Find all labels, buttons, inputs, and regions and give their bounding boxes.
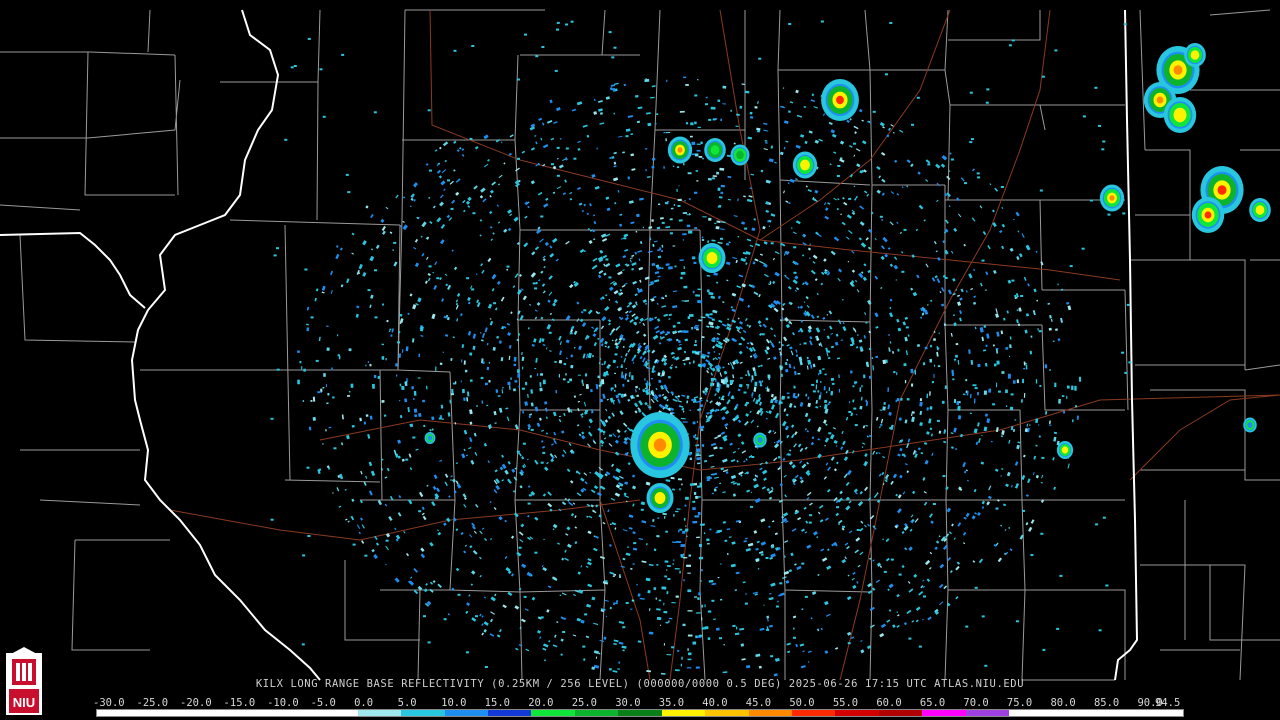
scale-color-segment bbox=[314, 710, 358, 716]
highway-lines bbox=[169, 9, 1280, 681]
scale-color-segment bbox=[357, 710, 402, 716]
scale-color-segment bbox=[487, 710, 532, 716]
scale-color-segment bbox=[878, 710, 923, 716]
scale-tick-label: -25.0 bbox=[136, 697, 169, 709]
radar-map bbox=[0, 9, 1280, 681]
scale-color-segment bbox=[661, 710, 706, 716]
reflectivity-color-scale bbox=[96, 709, 1184, 717]
scale-tick-label: 80.0 bbox=[1050, 697, 1076, 709]
scale-color-segment bbox=[444, 710, 488, 716]
scale-tick-label: 0.0 bbox=[354, 697, 374, 709]
scale-color-segment bbox=[183, 710, 228, 716]
scale-color-segment bbox=[227, 710, 271, 716]
scale-color-segment bbox=[574, 710, 619, 716]
scale-color-segment bbox=[401, 710, 445, 716]
scale-tick-label: 94.5 bbox=[1155, 697, 1181, 709]
scale-tick-label: 5.0 bbox=[397, 697, 417, 709]
scale-color-segment bbox=[531, 710, 575, 716]
scale-tick-label: 70.0 bbox=[963, 697, 989, 709]
reflectivity-scale-labels: -30.0 -25.0 -20.0 -15.0 -10.0 -5.0 0.0 5.0 10.0 1… bbox=[93, 697, 1195, 709]
scale-tick-label: 85.0 bbox=[1093, 697, 1120, 709]
scale-color-segment bbox=[792, 710, 836, 716]
scale-tick-label: 50.0 bbox=[789, 697, 815, 709]
scale-tick-label: 45.0 bbox=[745, 697, 772, 709]
scale-color-segment bbox=[270, 710, 315, 716]
scale-tick-label: -5.0 bbox=[310, 697, 336, 709]
scale-color-segment bbox=[1052, 710, 1097, 716]
scale-color-segment bbox=[140, 710, 184, 716]
scale-color-segment bbox=[1139, 710, 1183, 716]
product-caption: KILX LONG RANGE BASE REFLECTIVITY (0.25K… bbox=[255, 678, 1025, 690]
state-boundaries bbox=[0, 9, 1139, 681]
scale-tick-label: 55.0 bbox=[832, 697, 859, 709]
scale-tick-label: 65.0 bbox=[919, 697, 946, 709]
logo-text: NIU bbox=[13, 695, 35, 710]
scale-color-segment bbox=[1009, 710, 1053, 716]
scale-tick-label: -30.0 bbox=[93, 697, 125, 709]
scale-tick-label: -20.0 bbox=[180, 697, 212, 709]
scale-tick-label: 75.0 bbox=[1006, 697, 1033, 709]
scale-color-segment bbox=[965, 710, 1010, 716]
scale-color-segment bbox=[835, 710, 879, 716]
scale-tick-label: 30.0 bbox=[615, 697, 641, 709]
niu-logo: NIU bbox=[6, 647, 42, 715]
scale-color-segment bbox=[922, 710, 966, 716]
scale-color-segment bbox=[705, 710, 749, 716]
scale-tick-label: 10.0 bbox=[441, 697, 467, 709]
scale-tick-label: 40.0 bbox=[702, 697, 728, 709]
scale-tick-label: 25.0 bbox=[571, 697, 598, 709]
scale-tick-label: -10.0 bbox=[267, 697, 299, 709]
scale-color-segment bbox=[748, 710, 792, 716]
scale-color-segment bbox=[97, 710, 141, 716]
scale-color-segment bbox=[618, 710, 662, 716]
scale-tick-label: 15.0 bbox=[484, 697, 510, 709]
scale-tick-label: -15.0 bbox=[223, 697, 256, 709]
scale-color-segment bbox=[1096, 710, 1140, 716]
scale-tick-label: 20.0 bbox=[528, 697, 554, 709]
scale-tick-label: 60.0 bbox=[876, 697, 902, 709]
scale-tick-label: 35.0 bbox=[658, 697, 685, 709]
